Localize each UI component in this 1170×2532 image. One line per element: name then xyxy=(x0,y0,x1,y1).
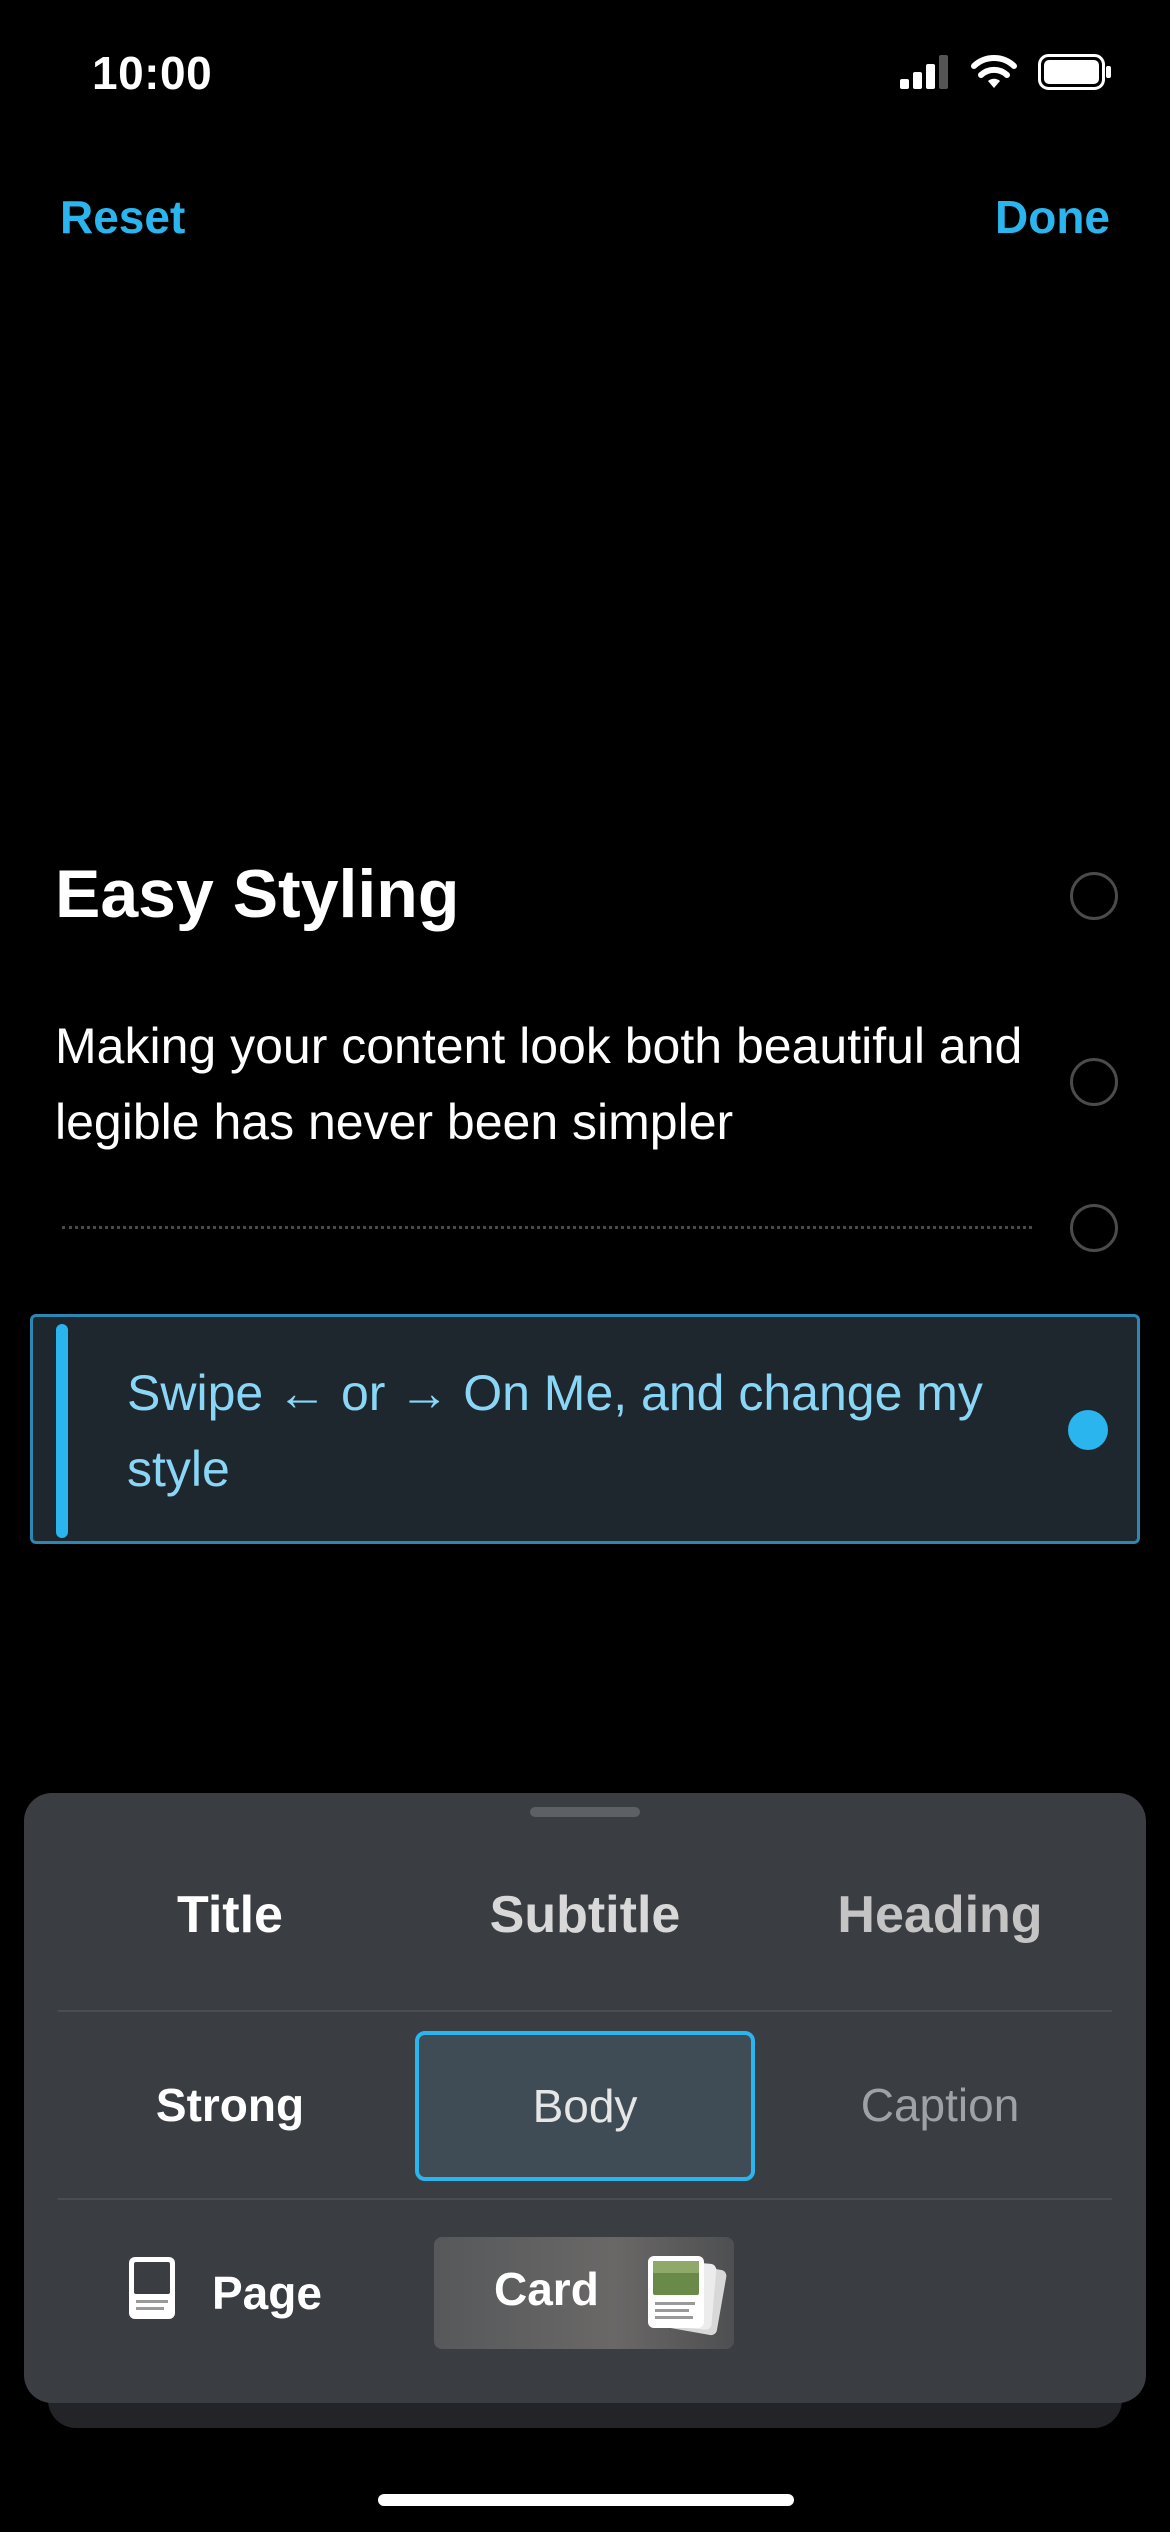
content-title[interactable]: Easy Styling xyxy=(55,855,459,933)
select-title-radio[interactable] xyxy=(1070,872,1118,920)
wifi-icon xyxy=(970,54,1018,95)
card-stack-icon xyxy=(644,2252,736,2349)
content-body[interactable]: Making your content look both beautiful … xyxy=(55,1008,1075,1160)
select-body-radio[interactable] xyxy=(1070,1058,1118,1106)
panel-grabber[interactable] xyxy=(530,1807,640,1817)
page-icon xyxy=(128,2256,176,2331)
page-label: Page xyxy=(212,2267,322,2319)
style-option-strong[interactable]: Strong xyxy=(60,2030,400,2180)
style-option-subtitle[interactable]: Subtitle xyxy=(415,1860,755,1970)
selected-block-accent-bar xyxy=(56,1324,68,1538)
done-button[interactable]: Done xyxy=(995,190,1110,244)
style-option-title[interactable]: Title xyxy=(60,1860,400,1970)
select-divider-radio[interactable] xyxy=(1070,1204,1118,1252)
battery-icon xyxy=(1038,54,1112,95)
home-indicator[interactable] xyxy=(378,2494,794,2506)
selected-radio[interactable] xyxy=(1068,1410,1108,1450)
selected-block-text[interactable]: Swipe ← or → On Me, and change my style xyxy=(127,1355,1027,1507)
reset-button[interactable]: Reset xyxy=(60,190,185,244)
status-icons xyxy=(900,54,1112,95)
card-label: Card xyxy=(494,2263,599,2315)
status-time: 10:00 xyxy=(92,47,213,99)
style-option-heading[interactable]: Heading xyxy=(770,1860,1110,1970)
style-option-caption[interactable]: Caption xyxy=(770,2030,1110,2180)
signal-icon xyxy=(900,55,950,94)
layout-option-page[interactable]: Page xyxy=(128,2238,322,2348)
style-option-body[interactable]: Body xyxy=(415,2031,755,2181)
panel-separator xyxy=(58,2010,1112,2012)
dotted-divider xyxy=(62,1226,1032,1229)
panel-separator xyxy=(58,2198,1112,2200)
